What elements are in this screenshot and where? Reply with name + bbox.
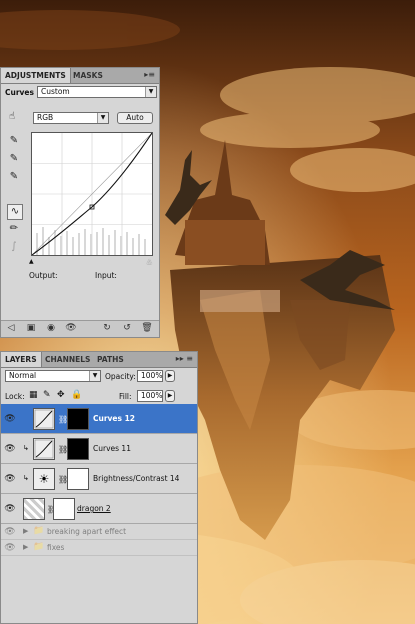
- eye-visibility-icon[interactable]: 👁: [3, 541, 17, 555]
- white-point-slider-icon[interactable]: △: [147, 258, 152, 265]
- trash-icon[interactable]: 🗑: [141, 323, 153, 333]
- view-previous-icon[interactable]: ↻: [101, 323, 113, 333]
- eye-visibility-icon[interactable]: 👁: [3, 412, 17, 426]
- preset-select-value: Custom: [41, 87, 70, 96]
- blend-mode-value: Normal: [9, 371, 37, 380]
- curves-adjustment-thumbnail-icon: [33, 438, 55, 460]
- lock-position-icon[interactable]: ✥: [57, 390, 65, 400]
- chevron-down-icon: ▼: [89, 371, 100, 381]
- eye-visibility-icon[interactable]: 👁: [3, 525, 17, 539]
- lock-label: Lock:: [5, 392, 25, 401]
- histogram: [36, 227, 146, 255]
- layer-mask-thumbnail[interactable]: [53, 498, 75, 520]
- expand-view-icon[interactable]: ▣: [25, 323, 37, 333]
- smooth-curve-icon[interactable]: ∫: [7, 240, 21, 254]
- opacity-label: Opacity:: [105, 372, 136, 381]
- lock-image-icon[interactable]: ✎: [43, 390, 51, 400]
- layer-name: Curves 11: [93, 444, 131, 453]
- auto-button[interactable]: Auto: [117, 112, 153, 124]
- adjustment-type-label: Curves: [5, 88, 34, 97]
- black-eyedropper-icon[interactable]: ✎: [7, 134, 21, 148]
- panel-menu-icon[interactable]: ▸≡: [144, 70, 155, 79]
- clip-arrow-icon: ↳: [23, 474, 29, 482]
- tab-channels[interactable]: CHANNELS: [41, 352, 94, 367]
- adjustments-bottom-bar: ◁ ▣ ◉ 👁 ↻ ↺ 🗑: [1, 320, 159, 337]
- channel-select-value: RGB: [37, 113, 54, 122]
- curves-adjustment-thumbnail-icon: [33, 408, 55, 430]
- adjustments-panel: ADJUSTMENTS MASKS ▸≡ Curves Custom ▼ ☝ R…: [0, 67, 160, 338]
- chevron-down-icon: ▼: [97, 113, 108, 123]
- clip-arrow-icon: ↳: [23, 444, 29, 452]
- gray-eyedropper-icon[interactable]: ✎: [7, 152, 21, 166]
- clip-to-layer-icon[interactable]: ◉: [45, 323, 57, 333]
- white-eyedropper-icon[interactable]: ✎: [7, 170, 21, 184]
- layer-name: breaking apart effect: [47, 527, 127, 536]
- preset-select[interactable]: Custom ▼: [37, 86, 157, 98]
- expand-triangle-icon[interactable]: ▶: [23, 527, 28, 535]
- eye-visibility-icon[interactable]: 👁: [3, 442, 17, 456]
- layer-image-thumbnail: [23, 498, 45, 520]
- layer-mask-thumbnail[interactable]: [67, 408, 89, 430]
- folder-icon: 📁: [33, 542, 45, 552]
- targeted-adjustment-icon[interactable]: ☝: [5, 110, 19, 124]
- fill-slider-arrow-icon[interactable]: ▶: [165, 390, 175, 402]
- chevron-down-icon: ▼: [145, 87, 156, 97]
- eye-visibility-icon[interactable]: 👁: [3, 472, 17, 486]
- output-label: Output:: [29, 271, 58, 280]
- panel-menu-icon[interactable]: ▸▸ ≡: [176, 354, 193, 363]
- black-point-slider-icon[interactable]: ▲: [29, 258, 34, 265]
- return-to-list-icon[interactable]: ◁: [5, 323, 17, 333]
- layer-mask-thumbnail[interactable]: [67, 438, 89, 460]
- opacity-input[interactable]: 100%: [137, 370, 163, 382]
- tab-masks[interactable]: MASKS: [69, 68, 107, 83]
- layer-group-fixes[interactable]: 👁 ▶ 📁 fixes: [1, 540, 197, 556]
- layer-name: dragon 2: [77, 504, 111, 513]
- blend-mode-select[interactable]: Normal ▼: [5, 370, 101, 382]
- brightness-sun-icon: ☀: [33, 468, 55, 490]
- fill-input[interactable]: 100%: [137, 390, 163, 402]
- layer-name: Curves 12: [93, 414, 136, 423]
- tab-adjustments[interactable]: ADJUSTMENTS: [1, 68, 71, 83]
- curves-graph[interactable]: [31, 132, 153, 256]
- layers-tabbar: LAYERS CHANNELS PATHS ▸▸ ≡: [1, 352, 197, 368]
- layer-name: Brightness/Contrast 14: [93, 474, 180, 483]
- folder-icon: 📁: [33, 526, 45, 536]
- layer-row-curves-12[interactable]: 👁 ⛓ Curves 12: [1, 404, 197, 434]
- lock-all-icon[interactable]: 🔒: [71, 390, 82, 400]
- eye-visibility-icon[interactable]: 👁: [3, 502, 17, 516]
- adjustments-tabbar: ADJUSTMENTS MASKS ▸≡: [1, 68, 159, 84]
- opacity-slider-arrow-icon[interactable]: ▶: [165, 370, 175, 382]
- layer-row-brightness-contrast-14[interactable]: 👁 ↳ ☀ ⛓ Brightness/Contrast 14: [1, 464, 197, 494]
- layer-mask-thumbnail[interactable]: [67, 468, 89, 490]
- lock-transparent-icon[interactable]: ▦: [29, 390, 38, 400]
- layer-row-curves-11[interactable]: 👁 ↳ ⛓ Curves 11: [1, 434, 197, 464]
- reset-icon[interactable]: ↺: [121, 323, 133, 333]
- channel-select[interactable]: RGB ▼: [33, 112, 109, 124]
- tab-paths[interactable]: PATHS: [93, 352, 128, 367]
- layer-name: fixes: [47, 543, 65, 552]
- layer-row-dragon-2[interactable]: 👁 ⛓ dragon 2: [1, 494, 197, 524]
- expand-triangle-icon[interactable]: ▶: [23, 543, 28, 551]
- pencil-draw-icon[interactable]: ✏: [7, 222, 21, 236]
- tab-layers[interactable]: LAYERS: [1, 352, 42, 367]
- curves-graph-svg: [31, 132, 153, 256]
- layer-group-breaking-apart[interactable]: 👁 ▶ 📁 breaking apart effect: [1, 524, 197, 540]
- layers-panel: LAYERS CHANNELS PATHS ▸▸ ≡ Normal ▼ Opac…: [0, 351, 198, 624]
- input-label: Input:: [95, 271, 117, 280]
- curve-point-tool-icon[interactable]: ∿: [7, 204, 23, 220]
- visibility-eye-icon[interactable]: 👁: [65, 323, 77, 333]
- fill-label: Fill:: [119, 392, 132, 401]
